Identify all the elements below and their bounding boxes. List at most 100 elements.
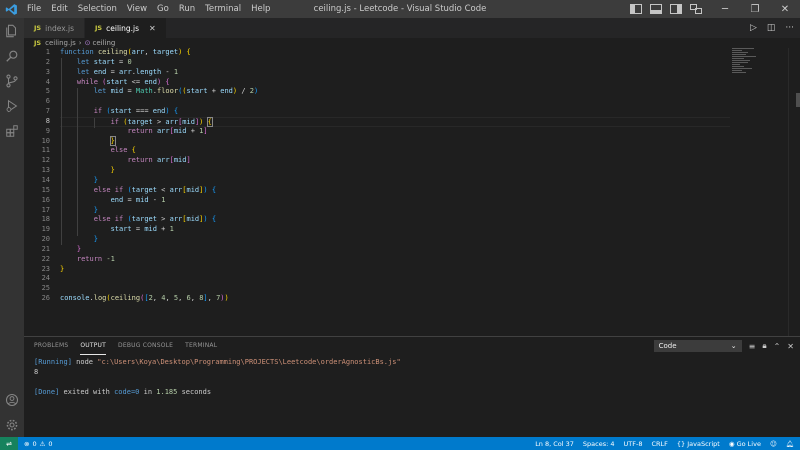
close-panel-icon[interactable]: ✕: [787, 342, 794, 351]
explorer-icon[interactable]: [0, 18, 24, 43]
feedback-icon[interactable]: ☺: [770, 440, 777, 448]
close-tab-icon[interactable]: ✕: [149, 24, 156, 33]
menu-bar: File Edit Selection View Go Run Terminal…: [22, 0, 275, 18]
status-cursor-position[interactable]: Ln 8, Col 37: [535, 440, 574, 448]
error-count: 0: [32, 439, 37, 448]
tab-problems[interactable]: PROBLEMS: [34, 337, 68, 355]
menu-edit[interactable]: Edit: [46, 0, 72, 18]
menu-selection[interactable]: Selection: [73, 0, 122, 18]
line-number: 2: [45, 57, 50, 66]
title-bar-controls: ─ ❐ ✕: [626, 0, 800, 18]
line-number: 16: [41, 195, 50, 204]
status-go-live[interactable]: ◉ Go Live: [729, 440, 761, 448]
line-number: 26: [41, 294, 50, 303]
code-line: }: [110, 166, 115, 175]
tab-index-js[interactable]: JS index.js: [24, 18, 86, 38]
code-line: else if (target > arr[mid]) {: [93, 215, 217, 224]
tab-ceiling-js[interactable]: JS ceiling.js ✕: [85, 18, 167, 38]
toggle-secondary-sidebar-icon[interactable]: [670, 4, 682, 14]
menu-view[interactable]: View: [122, 0, 152, 18]
line-number: 3: [45, 67, 50, 76]
status-indentation[interactable]: Spaces: 4: [583, 440, 615, 448]
indent-guide: [94, 118, 95, 128]
code-line: if (start === end) {: [93, 107, 179, 116]
js-file-icon: JS: [34, 24, 42, 32]
customize-layout-icon[interactable]: [690, 4, 702, 14]
code-line: end = mid - 1: [110, 195, 166, 204]
indent-guide: [61, 58, 62, 245]
search-icon[interactable]: [0, 43, 24, 68]
vscode-logo-icon[interactable]: [0, 0, 22, 18]
status-encoding[interactable]: UTF-8: [624, 440, 643, 448]
code-line: let end = arr.length - 1: [76, 67, 179, 76]
status-language[interactable]: {} JavaScript: [677, 440, 720, 448]
restore-button[interactable]: ❐: [740, 0, 770, 18]
code-line: start = mid + 1: [110, 225, 174, 234]
accounts-icon[interactable]: [0, 387, 24, 412]
clear-output-icon[interactable]: ≡: [749, 342, 756, 351]
line-number: 9: [45, 126, 50, 135]
output-line: 8: [34, 368, 39, 376]
indent-guide: [77, 88, 78, 236]
code-line-current: if (target > arr[mid]) {: [60, 116, 730, 127]
code-line: return arr[mid + 1]: [127, 126, 208, 135]
maximize-panel-icon[interactable]: ⌃: [774, 342, 781, 351]
warning-icon: ⚠: [39, 439, 46, 448]
run-code-icon[interactable]: ▷: [750, 23, 757, 33]
activity-bar-bottom: [0, 387, 24, 437]
output-channel-select[interactable]: Code ⌄: [653, 340, 742, 352]
menu-help[interactable]: Help: [246, 0, 275, 18]
split-editor-icon[interactable]: ◫: [767, 23, 776, 33]
menu-go[interactable]: Go: [152, 0, 174, 18]
manage-gear-icon[interactable]: [0, 412, 24, 437]
code-editor[interactable]: 1 2 3 4 5 6 7 8 9 10 11 12 13 14 15 16 1…: [24, 48, 800, 336]
function-symbol-icon: ⊙: [84, 39, 91, 47]
tab-output[interactable]: OUTPUT: [80, 337, 107, 355]
source-control-icon[interactable]: [0, 68, 24, 93]
code-line: console.log(ceiling([2, 4, 5, 6, 8], 7)): [60, 294, 229, 303]
code-line: else if (target < arr[mid]) {: [93, 185, 217, 194]
bottom-panel: PROBLEMS OUTPUT DEBUG CONSOLE TERMINAL C…: [24, 336, 800, 437]
lock-scroll-icon[interactable]: 🔒︎: [762, 341, 766, 351]
scrollbar-thumb[interactable]: [796, 93, 800, 107]
run-debug-icon[interactable]: [0, 93, 24, 118]
tab-label: index.js: [45, 23, 75, 33]
panel-actions: Code ⌄ ≡ 🔒︎ ⌃ ✕: [653, 339, 794, 353]
code-line: }: [93, 235, 98, 244]
editor-tab-bar: JS index.js JS ceiling.js ✕ ▷ ◫ ···: [24, 18, 800, 38]
toggle-sidebar-icon[interactable]: [630, 4, 642, 14]
notifications-bell-icon[interactable]: 🔔︎: [786, 440, 794, 448]
status-bar-right: Ln 8, Col 37 Spaces: 4 UTF-8 CRLF {} Jav…: [535, 437, 794, 450]
minimize-button[interactable]: ─: [710, 0, 740, 18]
more-actions-icon[interactable]: ···: [785, 23, 794, 33]
output-line: [Done] exited with code=0 in 1.185 secon…: [34, 388, 212, 396]
menu-run[interactable]: Run: [174, 0, 200, 18]
title-bar: File Edit Selection View Go Run Terminal…: [0, 0, 800, 18]
menu-file[interactable]: File: [22, 0, 46, 18]
status-problems[interactable]: ⊗ 0 ⚠ 0: [18, 440, 53, 448]
close-window-button[interactable]: ✕: [770, 0, 800, 18]
extensions-icon[interactable]: [0, 118, 24, 143]
minimap[interactable]: [732, 48, 760, 78]
toggle-panel-icon[interactable]: [650, 4, 662, 14]
code-line: }: [109, 135, 116, 146]
line-number: 13: [41, 166, 50, 175]
js-file-icon: JS: [34, 39, 42, 47]
tab-terminal[interactable]: TERMINAL: [185, 337, 217, 355]
breadcrumb-file[interactable]: ceiling.js: [45, 39, 76, 47]
breadcrumb: JS ceiling.js › ⊙ ceiling: [24, 38, 800, 48]
status-eol[interactable]: CRLF: [651, 440, 667, 448]
breadcrumb-symbol[interactable]: ceiling: [92, 39, 115, 47]
line-number-gutter: 1 2 3 4 5 6 7 8 9 10 11 12 13 14 15 16 1…: [24, 48, 50, 304]
menu-terminal[interactable]: Terminal: [200, 0, 246, 18]
remote-indicator-icon[interactable]: ⇌: [0, 437, 18, 450]
output-channel-value: Code: [658, 342, 677, 350]
line-number: 6: [45, 97, 50, 106]
line-number: 12: [41, 156, 50, 165]
editor-scrollbar[interactable]: [788, 48, 800, 336]
line-number: 20: [41, 235, 50, 244]
tab-debug-console[interactable]: DEBUG CONSOLE: [118, 337, 173, 355]
